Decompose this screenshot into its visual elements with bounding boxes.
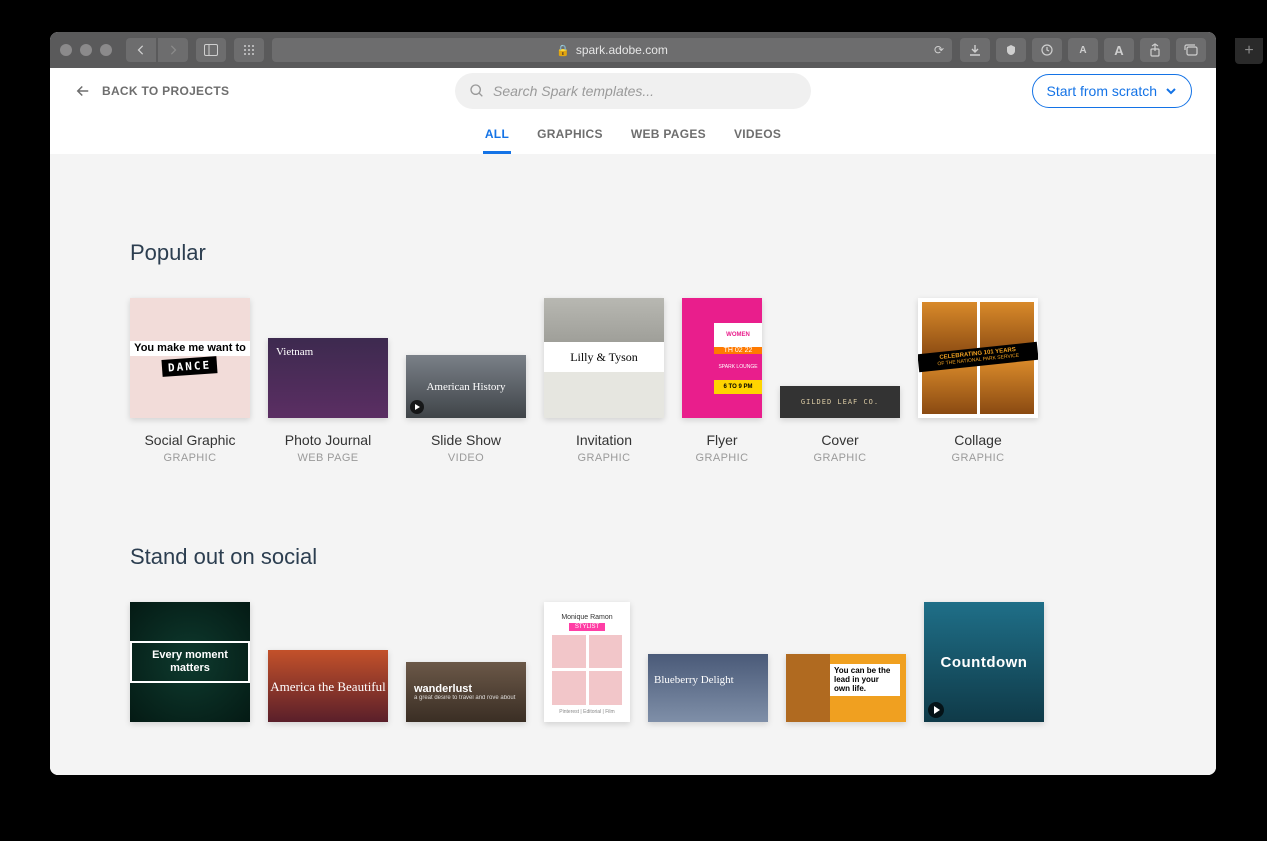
play-icon — [928, 702, 944, 718]
play-icon — [410, 400, 424, 414]
lock-icon: 🔒 — [556, 44, 570, 57]
template-title: Collage — [954, 432, 1001, 448]
template-thumbnail[interactable]: You can be the lead in your own life. — [786, 654, 906, 722]
popular-row: You make me want to DANCE Social Graphic… — [130, 298, 1136, 464]
browser-toolbar: 🔒 spark.adobe.com ⟳ A A — [50, 32, 1216, 68]
template-thumbnail: American History — [406, 355, 526, 418]
template-thumbnail: WOMEN TH 02 22 SPARK LOUNGE 6 TO 9 PM — [682, 298, 762, 418]
template-thumbnail[interactable]: Blueberry Delight — [648, 654, 768, 722]
template-thumbnail[interactable]: Countdown — [924, 602, 1044, 722]
template-thumbnail[interactable]: America the Beautiful — [268, 650, 388, 722]
address-url: spark.adobe.com — [576, 43, 668, 57]
template-thumbnail: Vietnam — [268, 338, 388, 418]
template-title: Photo Journal — [285, 432, 371, 448]
template-type: GRAPHIC — [696, 452, 749, 464]
search-input[interactable] — [493, 83, 797, 99]
browser-window: 🔒 spark.adobe.com ⟳ A A — [50, 32, 1216, 775]
template-type: GRAPHIC — [164, 452, 217, 464]
popular-section: Popular You make me want to DANCE Social… — [130, 240, 1136, 464]
template-card[interactable]: CELEBRATING 101 YEARSOF THE NATIONAL PAR… — [918, 298, 1038, 464]
back-to-projects-link[interactable]: BACK TO PROJECTS — [74, 82, 229, 100]
downloads-button[interactable] — [960, 38, 990, 62]
social-heading: Stand out on social — [130, 544, 1136, 570]
tab-all[interactable]: ALL — [483, 127, 511, 154]
social-row: Every moment matters America the Beautif… — [130, 602, 1136, 722]
template-type: GRAPHIC — [578, 452, 631, 464]
chevron-down-icon — [1165, 85, 1177, 97]
template-title: Social Graphic — [144, 432, 235, 448]
template-type: GRAPHIC — [952, 452, 1005, 464]
address-bar[interactable]: 🔒 spark.adobe.com ⟳ — [272, 38, 952, 62]
app-header: BACK TO PROJECTS Start from scratch — [50, 68, 1216, 114]
template-thumbnail[interactable]: Every moment matters — [130, 602, 250, 722]
text-size-small-button[interactable]: A — [1068, 38, 1098, 62]
template-card[interactable]: Lilly & Tyson Invitation GRAPHIC — [544, 298, 664, 464]
search-box[interactable] — [455, 73, 811, 109]
template-thumbnail: You make me want to DANCE — [130, 298, 250, 418]
maximize-window-icon[interactable] — [100, 44, 112, 56]
category-tabs: ALL GRAPHICS WEB PAGES VIDEOS — [50, 114, 1216, 154]
nav-back-button[interactable] — [126, 38, 156, 62]
history-button[interactable] — [1032, 38, 1062, 62]
share-button[interactable] — [1140, 38, 1170, 62]
template-type: GRAPHIC — [814, 452, 867, 464]
template-title: Flyer — [706, 432, 737, 448]
tab-web-pages[interactable]: WEB PAGES — [629, 127, 708, 154]
template-card[interactable]: WOMEN TH 02 22 SPARK LOUNGE 6 TO 9 PM Fl… — [682, 298, 762, 464]
start-button-label: Start from scratch — [1047, 83, 1157, 99]
template-card[interactable]: Vietnam Photo Journal WEB PAGE — [268, 338, 388, 464]
new-tab-button[interactable]: + — [1235, 38, 1263, 64]
social-section: Stand out on social Every moment matters… — [130, 544, 1136, 722]
tabs-overview-button[interactable] — [1176, 38, 1206, 62]
template-thumbnail[interactable]: wanderlust a great desire to travel and … — [406, 662, 526, 722]
tab-graphics[interactable]: GRAPHICS — [535, 127, 605, 154]
template-title: Slide Show — [431, 432, 501, 448]
nav-forward-button[interactable] — [158, 38, 188, 62]
content-area: Popular You make me want to DANCE Social… — [50, 154, 1216, 775]
sidebar-toggle-button[interactable] — [196, 38, 226, 62]
template-card[interactable]: GILDED LEAF CO. Cover GRAPHIC — [780, 386, 900, 464]
template-thumbnail[interactable]: Monique Ramon STYLIST Pinterest | Editor… — [544, 602, 630, 722]
template-type: VIDEO — [448, 452, 484, 464]
template-card[interactable]: American History Slide Show VIDEO — [406, 355, 526, 464]
template-card[interactable]: You make me want to DANCE Social Graphic… — [130, 298, 250, 464]
reload-icon[interactable]: ⟳ — [934, 43, 944, 57]
popular-heading: Popular — [130, 240, 1136, 266]
template-title: Cover — [821, 432, 858, 448]
apps-grid-button[interactable] — [234, 38, 264, 62]
back-label: BACK TO PROJECTS — [102, 84, 229, 98]
template-thumbnail: CELEBRATING 101 YEARSOF THE NATIONAL PAR… — [918, 298, 1038, 418]
tab-videos[interactable]: VIDEOS — [732, 127, 783, 154]
template-title: Invitation — [576, 432, 632, 448]
minimize-window-icon[interactable] — [80, 44, 92, 56]
window-controls[interactable] — [60, 44, 112, 56]
template-type: WEB PAGE — [297, 452, 358, 464]
close-window-icon[interactable] — [60, 44, 72, 56]
search-icon — [469, 83, 485, 99]
start-from-scratch-button[interactable]: Start from scratch — [1032, 74, 1192, 108]
template-thumbnail: GILDED LEAF CO. — [780, 386, 900, 418]
text-size-large-button[interactable]: A — [1104, 38, 1134, 62]
adblock-button[interactable] — [996, 38, 1026, 62]
template-thumbnail: Lilly & Tyson — [544, 298, 664, 418]
